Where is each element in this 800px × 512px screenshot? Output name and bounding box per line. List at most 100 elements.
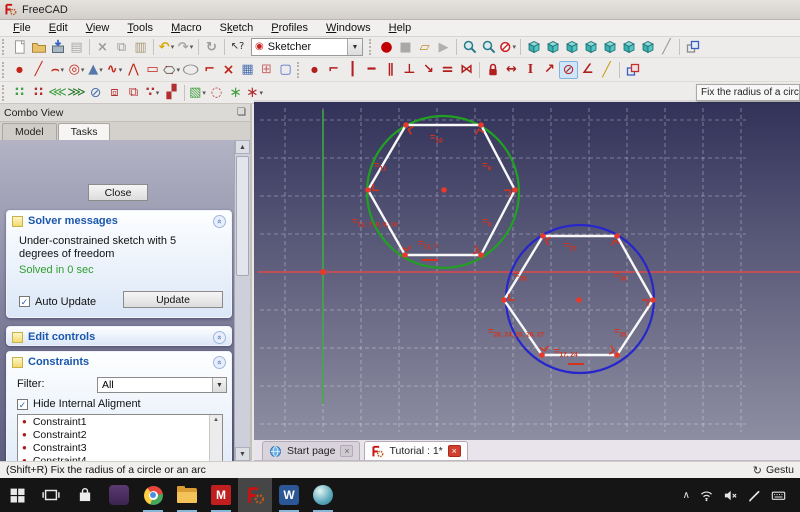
constrain-vertical-distance-button[interactable]: I [521,61,540,79]
auto-update-checkbox[interactable]: ✓ [19,296,30,307]
view-bottom-button[interactable] [619,38,638,56]
zoom-fit-button[interactable] [460,38,479,56]
macro-record-button[interactable]: ● [377,38,396,56]
hide-internal-checkbox[interactable]: ✓ [17,399,28,410]
open-file-button[interactable] [29,38,48,56]
volume-muted-icon[interactable] [723,488,738,503]
explorer-app-icon[interactable] [170,478,204,512]
view-isometric-button[interactable] [524,38,543,56]
touch-keyboard-icon[interactable] [771,488,786,503]
menu-file[interactable]: File [4,21,40,35]
select-constraints-button[interactable]: ⋘ [48,84,67,102]
tab-close-icon[interactable]: × [340,445,353,457]
construction-mode-button[interactable]: ▢ [276,61,295,79]
collapse-edit-icon[interactable]: » [213,331,226,344]
toolbar-handle[interactable] [297,62,301,78]
freecad-app-icon[interactable] [238,478,272,512]
measure-button[interactable]: ╱ [657,38,676,56]
copy-button[interactable]: ⧉ [112,38,131,56]
create-polyline-button[interactable]: ⋀ [124,61,143,79]
show-internal-geometry-button[interactable]: ⊘ [86,84,105,102]
menu-profiles[interactable]: Profiles [262,21,317,35]
view-front-button[interactable] [543,38,562,56]
create-circle-button[interactable]: ◎▾ [67,61,86,79]
create-conic-button[interactable]: ▲▾ [86,61,105,79]
constrain-radius-button[interactable]: ⊘ [559,61,578,79]
origin-point[interactable] [320,269,326,275]
menu-edit[interactable]: Edit [40,21,77,35]
copy-sketch-button[interactable]: ⧉ [124,84,143,102]
word-app-icon[interactable]: W [272,478,306,512]
macro-edit-button[interactable]: ▱ [415,38,434,56]
save-file-button[interactable] [48,38,67,56]
rectangular-array-button[interactable]: ▞ [162,84,181,102]
close-shape-button[interactable]: ∷ [10,84,29,102]
create-conic-button-dropdown[interactable]: ▾ [99,66,103,74]
scroll-down-icon[interactable]: ▼ [235,447,250,461]
undo-button[interactable]: ↶▾ [157,38,176,56]
connect-edges-button[interactable]: ∷ [29,84,48,102]
validate-sketch-button[interactable]: ▧▾ [188,84,207,102]
navigation-style-label[interactable]: Gestu [766,464,794,476]
tray-chevron-icon[interactable]: ∧ [683,490,690,501]
constraint-list-item[interactable]: ●Constraint1 [18,415,222,428]
create-point-button[interactable]: ● [10,61,29,79]
new-file-button[interactable] [10,38,29,56]
constraint-list-item[interactable]: ●Constraint4 [18,454,222,461]
constrain-tangent-button[interactable]: ↘ [419,61,438,79]
constrain-vertical-button[interactable]: ┃ [343,61,362,79]
create-line-button[interactable]: ╱ [29,61,48,79]
close-task-button[interactable]: Close [88,184,148,201]
filter-select[interactable]: All ▼ [97,377,227,393]
toolbar-handle[interactable] [369,39,373,55]
wifi-icon[interactable] [699,488,714,503]
convert-to-nurbs-button[interactable]: ◌ [207,84,226,102]
m-app-icon[interactable]: M [204,478,238,512]
create-circle-button-dropdown[interactable]: ▾ [81,66,85,74]
menu-sketch[interactable]: Sketch [211,21,263,35]
update-button[interactable]: Update [123,291,223,308]
menu-help[interactable]: Help [380,21,421,35]
create-slot-button[interactable]: ○ [181,61,200,79]
constrain-distance-button[interactable]: ↗ [540,61,559,79]
zoom-selection-button[interactable] [479,38,498,56]
scroll-up-icon[interactable]: ▲ [235,140,250,154]
start-button[interactable] [0,478,34,512]
menu-tools[interactable]: Tools [118,21,162,35]
constrain-horizontal-button[interactable]: ━ [362,61,381,79]
move-sketch-button-dropdown[interactable]: ▾ [156,89,160,97]
workbench-selector[interactable]: ◉ Sketcher ▼ [251,38,363,56]
create-arc-button[interactable]: ⌢▾ [48,61,67,79]
macro-play-button[interactable]: ▶ [434,38,453,56]
gesture-icon[interactable]: ↻ [753,464,762,477]
constraint-list-item[interactable]: ●Constraint3 [18,441,222,454]
tab-model[interactable]: Model [2,123,57,140]
tab-close-icon[interactable]: × [448,445,461,457]
external-geometry-button[interactable]: ▦ [238,61,257,79]
combo-view-header[interactable]: Combo View ❏ [0,104,250,122]
increase-knot-button-dropdown[interactable]: ▾ [260,89,264,97]
constrain-coincident-button[interactable]: ● [305,61,324,79]
refresh-button[interactable]: ↻ [202,38,221,56]
menu-macro[interactable]: Macro [162,21,211,35]
collapse-constraints-icon[interactable]: » [213,356,226,369]
sketch-3d-viewport[interactable]: =10=11=9=12, 7, 8, 9, 10=8=11, 7=27=28=2… [254,100,800,440]
tab-tutorial[interactable]: Tutorial : 1*× [364,441,467,460]
create-polygon-button-dropdown[interactable]: ▾ [176,66,180,74]
title-bar[interactable]: FreeCAD [0,0,800,20]
collapse-solver-icon[interactable]: » [213,215,226,228]
toggle-driving-constraint-button[interactable] [623,61,642,79]
macro-stop-button[interactable]: ■ [396,38,415,56]
view-left-button[interactable] [638,38,657,56]
scrollbar-thumb[interactable] [236,156,249,276]
validate-sketch-button-dropdown[interactable]: ▾ [202,89,206,97]
toolbar-handle[interactable] [2,62,6,78]
carbon-copy-button[interactable]: ⊞ [257,61,276,79]
create-bspline-button[interactable]: ∿▾ [105,61,124,79]
view-right-button[interactable] [581,38,600,56]
select-elements-button[interactable]: ⋙ [67,84,86,102]
chrome-app-icon[interactable] [136,478,170,512]
create-bspline-button-dropdown[interactable]: ▾ [119,66,123,74]
whats-this-button[interactable]: ↖? [228,38,247,56]
create-polygon-button[interactable]: ▾ [162,61,181,79]
